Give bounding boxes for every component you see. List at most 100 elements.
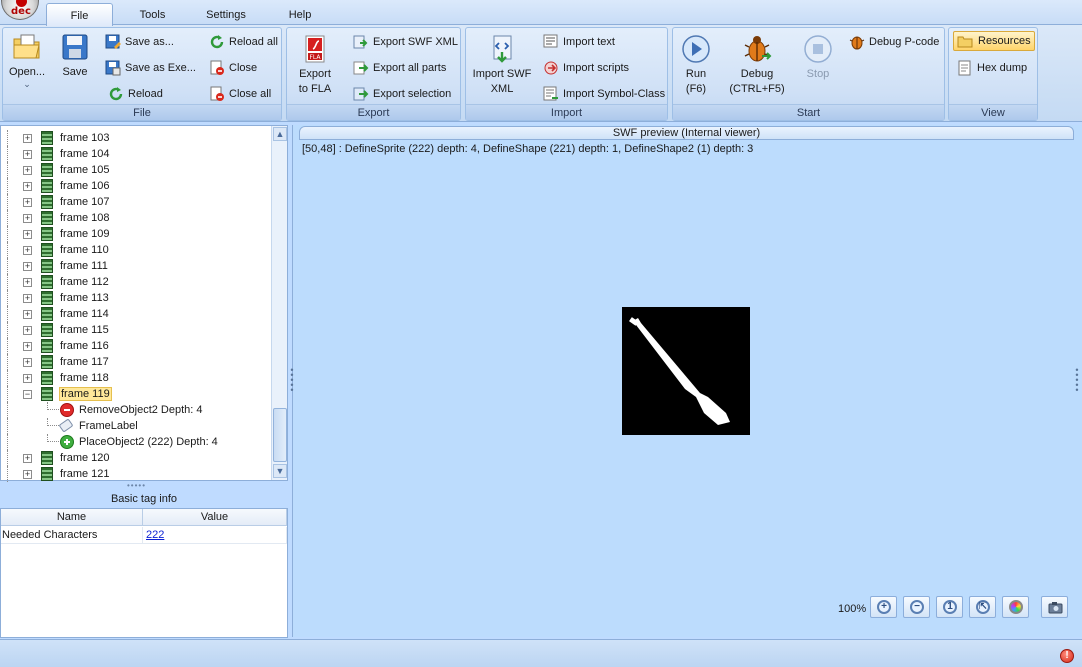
close-all-button[interactable]: Close all: [209, 85, 279, 103]
left-splitter-handle[interactable]: • • • • •: [290, 366, 294, 395]
import-swf-xml-button[interactable]: Import SWF XML: [469, 34, 535, 97]
frame-filmstrip-icon: [41, 259, 53, 273]
tree-frame-node[interactable]: + frame 120: [1, 450, 271, 466]
expand-icon[interactable]: +: [23, 278, 32, 287]
zoom-in-icon: +: [877, 600, 891, 614]
expand-icon[interactable]: +: [23, 326, 32, 335]
tree-frame-node[interactable]: + frame 112: [1, 274, 271, 290]
tree-frame-node[interactable]: + frame 111: [1, 258, 271, 274]
tree-frame-node[interactable]: + frame 109: [1, 226, 271, 242]
tree-guide-line: [7, 194, 8, 210]
tag-row-value-cell: 222: [143, 527, 287, 544]
frame-filmstrip-icon: [41, 339, 53, 353]
tree-frame-node[interactable]: + frame 104: [1, 146, 271, 162]
column-header-name[interactable]: Name: [1, 509, 143, 526]
expand-icon[interactable]: +: [23, 294, 32, 303]
expand-icon[interactable]: +: [23, 374, 32, 383]
tree-scrollbar[interactable]: ▲ ▼: [271, 126, 287, 480]
scroll-down-icon[interactable]: ▼: [273, 464, 287, 478]
reload-all-icon: [210, 35, 224, 49]
tree-frame-node[interactable]: + frame 107: [1, 194, 271, 210]
tab-tools[interactable]: Tools: [125, 6, 180, 25]
close-button[interactable]: Close: [209, 59, 269, 77]
resources-button[interactable]: Resources: [953, 31, 1035, 51]
export-to-fla-button[interactable]: FLA Export to FLA: [293, 34, 337, 97]
tree-frame-node[interactable]: + frame 110: [1, 242, 271, 258]
expand-icon[interactable]: +: [23, 214, 32, 223]
tree-tag-node[interactable]: FrameLabel: [1, 418, 271, 434]
expand-icon[interactable]: +: [23, 182, 32, 191]
tree-tag-node[interactable]: PlaceObject2 (222) Depth: 4: [1, 434, 271, 450]
expand-icon[interactable]: +: [23, 454, 32, 463]
tree-frame-node[interactable]: − frame 119: [1, 386, 271, 402]
expand-icon[interactable]: +: [23, 134, 32, 143]
snapshot-button[interactable]: [1041, 596, 1068, 618]
tree-frame-node[interactable]: + frame 106: [1, 178, 271, 194]
error-alert-icon[interactable]: !: [1060, 649, 1074, 663]
tab-settings[interactable]: Settings: [196, 6, 256, 25]
resource-tree[interactable]: + frame 103 + frame 104 + frame 105 + frame 106…: [0, 125, 288, 482]
debug-pcode-button[interactable]: Debug P-code: [849, 33, 943, 51]
tab-help[interactable]: Help: [275, 6, 325, 25]
import-symbol-class-button[interactable]: Import Symbol-Class: [543, 85, 665, 103]
expand-icon[interactable]: +: [23, 262, 32, 271]
import-text-button[interactable]: Import text: [543, 33, 665, 51]
tree-frame-node[interactable]: + frame 116: [1, 338, 271, 354]
export-all-parts-button[interactable]: Export all parts: [353, 59, 458, 77]
needed-character-link[interactable]: 222: [144, 529, 164, 541]
tab-file[interactable]: File: [46, 3, 113, 26]
zoom-out-button[interactable]: −: [903, 596, 930, 618]
expand-icon[interactable]: +: [23, 470, 32, 479]
tree-frame-node[interactable]: + frame 114: [1, 306, 271, 322]
run-button[interactable]: Run (F6): [675, 34, 717, 97]
tree-frame-node[interactable]: + frame 103: [1, 130, 271, 146]
expand-icon[interactable]: +: [23, 150, 32, 159]
save-as-button[interactable]: Save as...: [105, 33, 200, 51]
column-header-value[interactable]: Value: [143, 509, 287, 526]
collapse-icon[interactable]: −: [23, 390, 32, 399]
right-splitter-handle[interactable]: • • • • •: [1075, 366, 1079, 395]
expand-icon[interactable]: +: [23, 358, 32, 367]
zoom-fit-icon: ⇱: [976, 600, 990, 614]
tree-frame-node[interactable]: + frame 115: [1, 322, 271, 338]
reload-all-button[interactable]: Reload all: [209, 33, 281, 51]
app-logo[interactable]: dec: [1, 0, 39, 20]
zoom-in-button[interactable]: +: [870, 596, 897, 618]
stop-button[interactable]: Stop: [797, 34, 839, 82]
preview-canvas[interactable]: [622, 307, 750, 435]
scroll-thumb[interactable]: [273, 408, 287, 462]
expand-icon[interactable]: +: [23, 342, 32, 351]
tree-frame-node[interactable]: + frame 108: [1, 210, 271, 226]
frame-filmstrip-icon: [41, 451, 53, 465]
scroll-up-icon[interactable]: ▲: [273, 127, 287, 141]
tree-frame-node[interactable]: + frame 117: [1, 354, 271, 370]
debug-button[interactable]: Debug (CTRL+F5): [728, 34, 786, 97]
expand-icon[interactable]: +: [23, 246, 32, 255]
zoom-actual-size-button[interactable]: 1: [936, 596, 963, 618]
tree-frame-node[interactable]: + frame 121: [1, 466, 271, 482]
tree-frame-node[interactable]: + frame 118: [1, 370, 271, 386]
reload-icon: [109, 87, 123, 101]
save-button[interactable]: Save: [55, 32, 95, 80]
tree-frame-node[interactable]: + frame 113: [1, 290, 271, 306]
expand-icon[interactable]: +: [23, 310, 32, 319]
import-scripts-button[interactable]: Import scripts: [543, 59, 665, 77]
horizontal-splitter-handle[interactable]: •••••: [127, 482, 159, 490]
tree-frame-node[interactable]: + frame 105: [1, 162, 271, 178]
zoom-actual-size-icon: 1: [943, 600, 957, 614]
expand-icon[interactable]: +: [23, 230, 32, 239]
export-swf-xml-button[interactable]: Export SWF XML: [353, 33, 458, 51]
expand-icon[interactable]: +: [23, 198, 32, 207]
expand-icon[interactable]: +: [23, 166, 32, 175]
zoom-fit-button[interactable]: ⇱: [969, 596, 996, 618]
tree-tag-node[interactable]: RemoveObject2 Depth: 4: [1, 402, 271, 418]
stop-icon: [804, 35, 832, 63]
save-as-exe-button[interactable]: Save as Exe...: [105, 59, 200, 77]
start-group-label: Start: [673, 104, 944, 120]
export-selection-button[interactable]: Export selection: [353, 85, 458, 103]
color-picker-button[interactable]: [1002, 596, 1029, 618]
reload-button[interactable]: Reload: [108, 85, 178, 103]
hex-dump-button[interactable]: Hex dump: [957, 59, 1035, 77]
open-dropdown-icon[interactable]: ⌄: [7, 80, 47, 89]
open-button[interactable]: Open... ⌄: [7, 32, 47, 89]
